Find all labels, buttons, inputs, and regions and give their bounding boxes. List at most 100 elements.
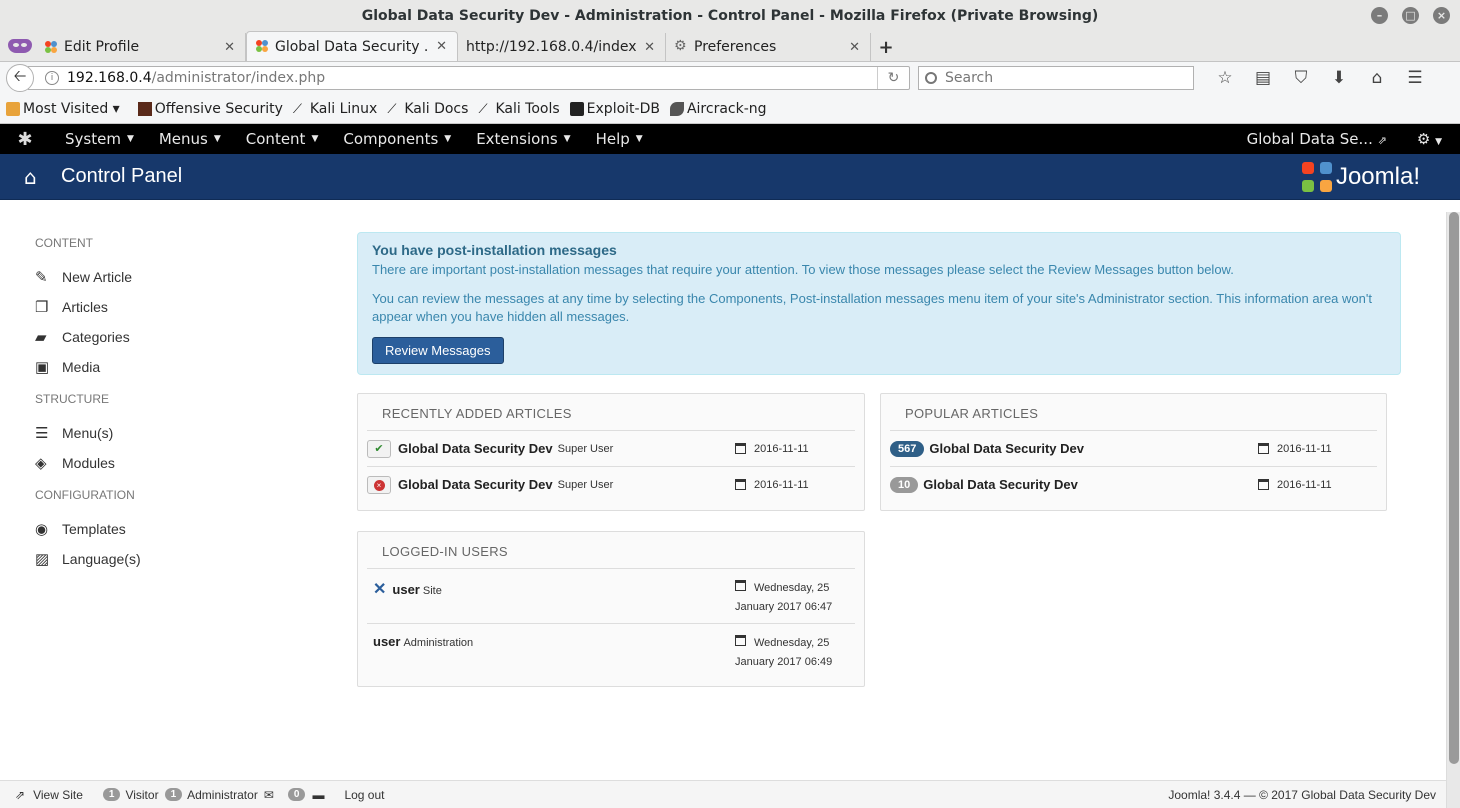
bookmark-kali-docs[interactable]: ⟋ Kali Docs — [387, 101, 468, 117]
sidebar-group-configuration: CONFIGURATION ◉ Templates ▨ Language(s) — [35, 488, 315, 574]
view-site-link[interactable]: ⇗ View Site — [15, 788, 83, 802]
joomla-mark-icon — [1301, 162, 1332, 192]
page-scrollbar[interactable] — [1446, 212, 1460, 808]
user-menu[interactable]: ⚙ ▼ — [1417, 130, 1442, 148]
copyright: Joomla! 3.4.4 — © 2017 Global Data Secur… — [1168, 788, 1436, 802]
calendar-icon — [735, 479, 746, 490]
hits-badge: 567 — [890, 440, 925, 457]
reading-list-icon[interactable]: ▤ — [1244, 64, 1282, 92]
joomla-logo: Joomla! — [1301, 162, 1420, 192]
sidebar-item-media[interactable]: ▣ Media — [35, 352, 315, 382]
search-input[interactable]: Search — [918, 66, 1194, 90]
site-info-icon[interactable]: i — [45, 71, 59, 85]
panel-title: LOGGED-IN USERS — [382, 544, 508, 559]
sidebar-item-modules[interactable]: ◈ Modules — [35, 448, 315, 478]
joomla-icon[interactable]: ✱ — [0, 129, 50, 150]
sidebar-item-templates[interactable]: ◉ Templates — [35, 514, 315, 544]
menu-content[interactable]: Content ▼ — [232, 130, 330, 148]
new-tab-button[interactable]: + — [871, 33, 901, 61]
home-icon: ⌂ — [24, 164, 37, 189]
bookmark-label: Kali Linux — [309, 100, 378, 117]
sidebar-item-menus[interactable]: ☰ Menu(s) — [35, 418, 315, 448]
maximize-button[interactable]: □ — [1402, 7, 1419, 24]
sidebar-heading: CONFIGURATION — [35, 488, 135, 502]
reload-icon[interactable]: ↻ — [877, 67, 909, 89]
bookmark-kali-linux[interactable]: ⟋ Kali Linux — [293, 101, 377, 117]
tab-control-panel[interactable]: Global Data Security ... ✕ — [246, 31, 458, 61]
view-site-link[interactable]: Global Data Se... ⇗ — [1247, 130, 1387, 148]
article-title-link[interactable]: Global Data Security Dev — [923, 477, 1078, 492]
sidebar-item-languages[interactable]: ▨ Language(s) — [35, 544, 315, 574]
message-count[interactable]: 0 ▬ — [287, 787, 325, 802]
logout-link[interactable]: Log out — [344, 788, 384, 802]
sidebar-item-label: Modules — [62, 455, 115, 471]
bookmark-aircrack-ng[interactable]: Aircrack-ng — [669, 101, 767, 117]
bookmark-most-visited[interactable]: Most Visited ▾ — [6, 101, 120, 117]
tab-close-icon[interactable]: ✕ — [644, 40, 655, 55]
recent-articles-panel: RECENTLY ADDED ARTICLES ✔ Global Data Se… — [357, 393, 865, 511]
bookmark-kali-tools[interactable]: ⟋ Kali Tools — [478, 101, 559, 117]
menu-extensions[interactable]: Extensions ▼ — [462, 130, 581, 148]
pencil-icon: ✎ — [35, 269, 48, 286]
alert-heading: You have post-installation messages — [372, 242, 617, 258]
tab-close-icon[interactable]: ✕ — [224, 40, 235, 55]
article-title-link[interactable]: Global Data Security Dev — [398, 441, 553, 456]
minus-icon: ▬ — [312, 787, 325, 802]
sidebar-item-new-article[interactable]: ✎ New Article — [35, 262, 315, 292]
sidebar: CONTENT ✎ New Article ❐ Articles ▰ Categori… — [35, 236, 315, 584]
scrollbar-thumb[interactable] — [1449, 212, 1459, 764]
menu-components[interactable]: Components ▼ — [329, 130, 462, 148]
tab-close-icon[interactable]: ✕ — [436, 39, 447, 54]
admin-count: 1 Administrator ✉ — [164, 788, 274, 802]
sidebar-item-categories[interactable]: ▰ Categories — [35, 322, 315, 352]
article-title-link[interactable]: Global Data Security Dev — [929, 441, 1084, 456]
private-browsing-icon — [4, 31, 36, 61]
bookmark-offensive-security[interactable]: Offensive Security — [137, 101, 283, 117]
sidebar-group-content: CONTENT ✎ New Article ❐ Articles ▰ Categori… — [35, 236, 315, 382]
table-row: × Global Data Security Dev Super User 20… — [367, 466, 855, 502]
pocket-icon[interactable]: ⛉ — [1282, 64, 1320, 92]
table-row: 10 Global Data Security Dev 2016-11-11 — [890, 466, 1377, 502]
review-messages-button[interactable]: Review Messages — [372, 337, 504, 364]
tab-label: Preferences — [694, 39, 777, 55]
page-title: Control Panel — [61, 165, 183, 187]
minimize-button[interactable]: – — [1371, 7, 1388, 24]
bookmark-star-icon[interactable]: ☆ — [1206, 64, 1244, 92]
tab-close-icon[interactable]: ✕ — [849, 40, 860, 55]
tab-edit-profile[interactable]: Edit Profile ✕ — [36, 33, 246, 61]
caret-down-icon: ▼ — [213, 134, 221, 144]
user-name: user — [392, 582, 420, 597]
sidebar-item-articles[interactable]: ❐ Articles — [35, 292, 315, 322]
published-check-icon[interactable]: ✔ — [367, 439, 391, 458]
bookmark-exploit-db[interactable]: Exploit-DB — [569, 101, 660, 117]
logout-user-icon[interactable]: ✕ — [373, 581, 386, 598]
article-date: 2016-11-11 — [754, 442, 809, 455]
bookmarks-toolbar: Most Visited ▾ Offensive Security ⟋ Kali … — [0, 94, 1460, 124]
home-icon[interactable]: ⌂ — [1358, 64, 1396, 92]
site-link-label: Global Data Se... — [1246, 130, 1373, 148]
user-location: Administration — [403, 637, 474, 649]
url-bar[interactable]: i 192.168.0.4/administrator/index.php ↻ — [28, 66, 910, 90]
menu-menus[interactable]: Menus ▼ — [145, 130, 232, 148]
back-button[interactable]: 🡠 — [6, 64, 34, 92]
menu-help[interactable]: Help ▼ — [582, 130, 654, 148]
login-time: January 2017 06:47 — [735, 601, 833, 613]
tab-preferences[interactable]: ⚙ Preferences ✕ — [666, 33, 871, 61]
article-title-link[interactable]: Global Data Security Dev — [398, 477, 553, 492]
table-row: ✕ user Site Wednesday, 25 January 2017 06:4… — [367, 568, 855, 623]
tab-url[interactable]: http://192.168.0.4/index.... ✕ — [458, 33, 666, 61]
menu-system[interactable]: System ▼ — [50, 130, 145, 148]
navigation-bar: 🡠 i 192.168.0.4/administrator/index.php … — [0, 62, 1460, 94]
calendar-icon — [1258, 479, 1269, 490]
joomla-brand-text: Joomla! — [1335, 163, 1420, 190]
folder-icon: ▰ — [35, 329, 47, 346]
unpublished-icon[interactable]: × — [367, 475, 391, 494]
table-row: user Administration Wednesday, 25 January … — [367, 623, 855, 678]
sidebar-item-label: Articles — [62, 299, 108, 315]
joomla-icon — [256, 40, 268, 52]
close-window-button[interactable]: × — [1433, 7, 1450, 24]
menu-icon[interactable]: ☰ — [1396, 64, 1434, 92]
caret-down-icon: ▼ — [635, 134, 643, 144]
download-icon[interactable]: ⬇ — [1320, 64, 1358, 92]
menu-label: System — [65, 130, 121, 148]
